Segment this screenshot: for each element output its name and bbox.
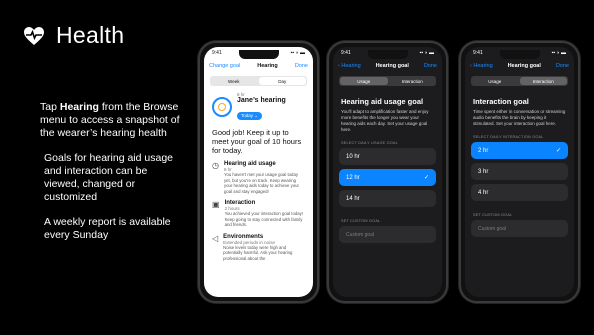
hearing-header: 8 hr Jane’s hearing Today ⌄ [204,89,313,125]
interaction-item[interactable]: ▣ Interaction 2 hours You achieved your in… [204,197,313,231]
nav-title: Hearing goal [375,63,409,69]
user-hearing-name: Jane’s hearing [237,97,286,104]
clock-icon: ◷ [212,161,219,170]
phone-hearing-summary: 9:41 ▪▪ ◗ ▬ Change goal Hearing Done Week… [198,41,319,303]
checkmark-icon: ✓ [423,175,429,181]
slide-notes: Tap Hearing from the Browse menu to acce… [40,101,180,254]
phone-interaction-goal: 9:41 ▪▪ ◗ ▬ ‹ Hearing Hearing goal Done U… [459,41,580,303]
done-button[interactable]: Done [295,63,308,69]
done-button[interactable]: Done [556,63,569,69]
tab-interaction[interactable]: Interaction [519,77,567,85]
options-caption: SELECT DAILY USAGE GOAL [341,141,398,145]
tab-day[interactable]: Day [258,77,306,85]
nav-title: Hearing goal [507,63,541,69]
goal-title: Interaction goal [473,97,529,106]
back-button[interactable]: ‹ Hearing [470,63,493,69]
tab-week[interactable]: Week [210,76,258,86]
custom-goal-input[interactable]: Custom goal [471,220,568,237]
status-time: 9:41 [212,50,222,56]
custom-goal-input[interactable]: Custom goal [339,226,436,243]
option-12hr[interactable]: 12 hr ✓ [339,169,436,186]
tab-usage[interactable]: Usage [340,77,388,85]
status-time: 9:41 [341,50,351,56]
status-icons: ▪▪ ◗ ▬ [419,50,434,56]
environments-item[interactable]: ◁ Environments Extended periods in noise N… [204,231,313,265]
option-2hr[interactable]: 2 hr ✓ [471,142,568,159]
speaker-icon: ◁ [212,233,219,243]
status-icons: ▪▪ ◗ ▬ [551,50,566,56]
status-time: 9:41 [473,50,483,56]
back-button[interactable]: ‹ Hearing [338,63,361,69]
option-10hr[interactable]: 10 hr [339,148,436,165]
note-hearing-access: Tap Hearing from the Browse menu to acce… [40,101,180,139]
option-4hr[interactable]: 4 hr [471,184,568,201]
nav-title: Hearing [257,63,278,69]
note-goals: Goals for hearing aid usage and interact… [44,152,173,203]
done-button[interactable]: Done [424,63,437,69]
custom-caption: SET CUSTOM GOAL [341,219,381,223]
tab-interaction[interactable]: Interaction [389,76,437,86]
checkmark-icon: ✓ [555,148,561,154]
tab-usage[interactable]: Usage [471,76,519,86]
phone-usage-goal: 9:41 ▪▪ ◗ ▬ ‹ Hearing Hearing goal Done U… [327,41,448,303]
slide-title-group: Health [22,22,124,49]
status-icons: ▪▪ ◗ ▬ [290,50,305,56]
period-segmented-control: Week Day [210,76,307,86]
options-caption: SELECT DAILY INTERACTION GOAL [473,135,544,139]
today-dropdown[interactable]: Today ⌄ [237,112,263,120]
summary-headline: Good job! Keep it up to meet your goal o… [212,128,302,155]
goal-title: Hearing aid usage goal [341,97,424,106]
goal-segmented-control: Usage Interaction [471,76,568,86]
option-14hr[interactable]: 14 hr [339,190,436,207]
note-weekly-report: A weekly report is available every Sunda… [44,216,171,241]
chat-icon: ▣ [212,200,220,209]
goal-description: Time spent either in conversation or str… [473,109,566,126]
goal-segmented-control: Usage Interaction [339,76,436,86]
goal-description: You'll adapt to amplification faster and… [341,109,429,132]
custom-caption: SET CUSTOM GOAL [473,213,513,217]
hearing-ring-icon [212,97,232,117]
option-3hr[interactable]: 3 hr [471,163,568,180]
usage-item[interactable]: ◷ Hearing aid usage 8 hr You haven't met y… [204,158,313,197]
heart-pulse-icon [24,26,44,45]
slide-title: Health [56,22,125,48]
change-goal-button[interactable]: Change goal [209,63,240,69]
